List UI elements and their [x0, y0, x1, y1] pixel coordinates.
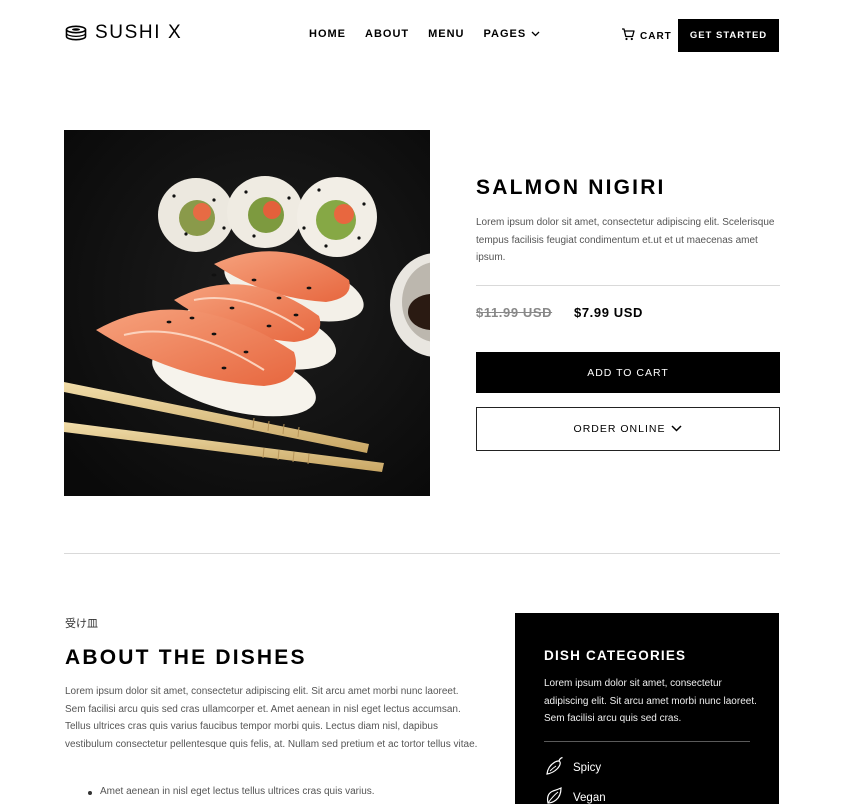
chevron-down-icon	[531, 28, 540, 40]
divider	[544, 741, 750, 742]
sushi-logo-icon	[65, 24, 87, 42]
add-to-cart-button[interactable]: ADD TO CART	[476, 352, 780, 393]
chili-icon	[544, 756, 564, 779]
order-online-dropdown[interactable]: ORDER ONLINE	[476, 407, 780, 451]
site-header: SUSHI X HOME ABOUT MENU PAGES CART GET S…	[0, 0, 844, 70]
nav-home[interactable]: HOME	[309, 28, 346, 40]
category-spicy-label: Spicy	[573, 761, 602, 774]
section-divider	[64, 553, 780, 554]
main-nav: HOME ABOUT MENU PAGES	[309, 28, 540, 40]
product-image	[64, 130, 430, 496]
chevron-down-icon	[671, 423, 682, 435]
nav-pages-dropdown[interactable]: PAGES	[484, 28, 541, 40]
nav-menu[interactable]: MENU	[428, 28, 464, 40]
nav-home-label: HOME	[309, 28, 346, 40]
categories-title: DISH CATEGORIES	[544, 648, 687, 663]
category-vegan[interactable]: Vegan	[544, 786, 606, 804]
get-started-button[interactable]: GET STARTED	[678, 19, 779, 52]
sale-price: $7.99 USD	[574, 305, 643, 320]
cart-icon	[621, 28, 635, 44]
leaf-icon	[544, 786, 564, 804]
category-spicy[interactable]: Spicy	[544, 756, 601, 779]
list-item: Amet aenean in nisl eget lectus tellus u…	[88, 786, 375, 797]
categories-text: Lorem ipsum dolor sit amet, consectetur …	[544, 678, 757, 724]
cart-label: CART	[640, 30, 672, 42]
brand-logo[interactable]: SUSHI X	[65, 22, 182, 44]
dish-categories-panel: DISH CATEGORIES Lorem ipsum dolor sit am…	[515, 613, 779, 804]
product-title: SALMON NIGIRI	[476, 176, 666, 199]
nav-menu-label: MENU	[428, 28, 465, 40]
divider	[476, 285, 780, 286]
about-text: Lorem ipsum dolor sit amet, consectetur …	[65, 686, 478, 750]
brand-name: SUSHI X	[95, 22, 183, 43]
nav-pages-label: PAGES	[483, 28, 527, 40]
nav-about[interactable]: ABOUT	[365, 28, 409, 40]
original-price: $11.99 USD	[476, 305, 553, 320]
about-bullet-list: Amet aenean in nisl eget lectus tellus u…	[88, 786, 375, 797]
about-title: ABOUT THE DISHES	[65, 646, 307, 669]
category-vegan-label: Vegan	[573, 791, 606, 804]
cart-link[interactable]: CART	[621, 28, 672, 44]
order-online-label: ORDER ONLINE	[573, 423, 666, 435]
product-description: Lorem ipsum dolor sit amet, consectetur …	[476, 217, 775, 263]
nav-about-label: ABOUT	[365, 28, 410, 40]
japanese-subtitle: 受け皿	[65, 617, 98, 630]
